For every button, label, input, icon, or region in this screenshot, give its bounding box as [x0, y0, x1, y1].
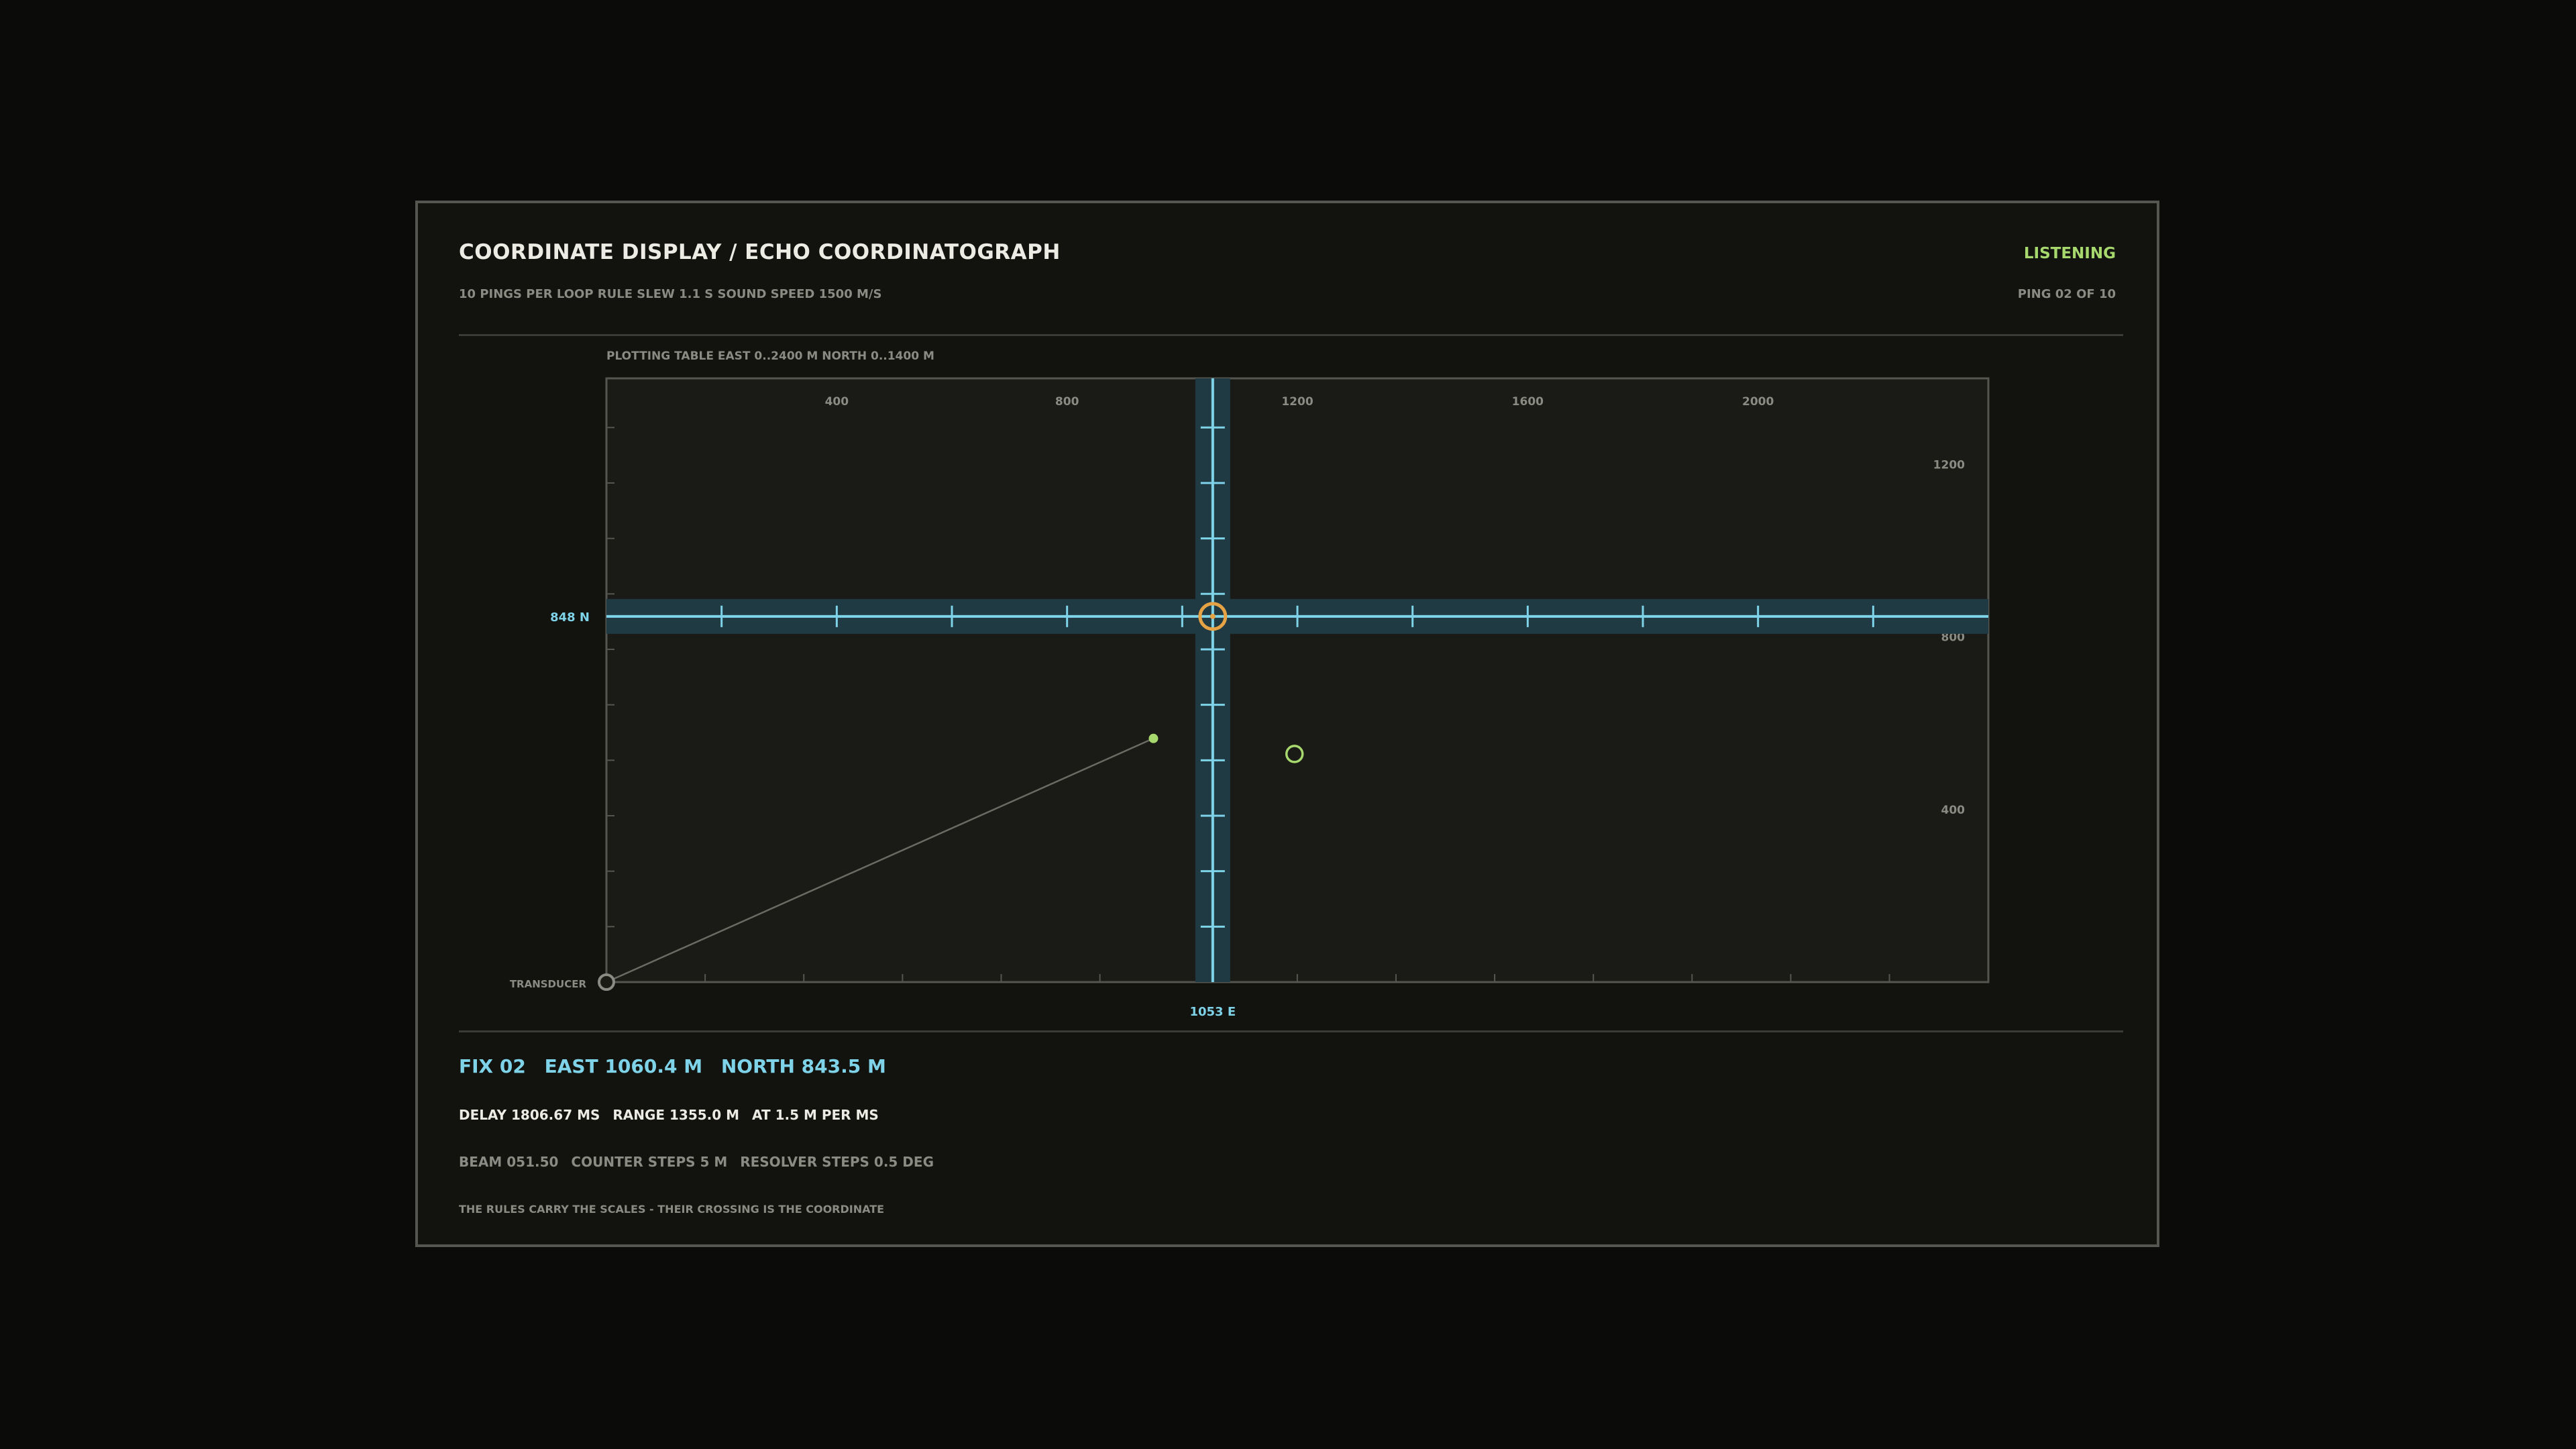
delay-value: DELAY 1806.67 MS: [459, 1107, 600, 1123]
echo-fix-dot: [1148, 733, 1159, 743]
resolver-steps: RESOLVER STEPS 0.5 DEG: [740, 1154, 934, 1170]
delay-readout: DELAY 1806.67 MS RANGE 1355.0 M AT 1.5 M…: [459, 1107, 887, 1123]
fix-north: NORTH 843.5 M: [720, 1055, 886, 1077]
north-tick-label: 1200: [1933, 459, 1965, 472]
fix-east: EAST 1060.4 M: [544, 1055, 703, 1077]
coordinatograph-panel: COORDINATE DISPLAY / ECHO COORDINATOGRAP…: [415, 201, 2159, 1247]
east-tick-label: 800: [1055, 395, 1079, 409]
transducer-icon: [598, 973, 615, 991]
east-tick-label: 1200: [1281, 395, 1313, 409]
footnote: THE RULES CARRY THE SCALES - THEIR CROSS…: [459, 1203, 885, 1216]
readout-divider: [459, 1030, 2123, 1032]
rule-east-label: 1053 E: [1189, 1005, 1236, 1019]
east-tick-label: 2000: [1742, 395, 1774, 409]
range-value: RANGE 1355.0 M: [612, 1107, 740, 1123]
speed-value: AT 1.5 M PER MS: [752, 1107, 879, 1123]
resolver-readout: BEAM 051.50 COUNTER STEPS 5 M RESOLVER S…: [459, 1154, 942, 1170]
plot-frame: [605, 377, 1990, 983]
fix-readout: FIX 02 EAST 1060.4 M NORTH 843.5 M: [459, 1055, 898, 1077]
rule-north-label: 848 N: [550, 610, 590, 625]
east-tick-label: 1600: [1512, 395, 1544, 409]
beam-value: BEAM 051.50: [459, 1154, 559, 1170]
east-tick-label: 400: [825, 395, 849, 409]
crossing-center-dot: [1210, 613, 1216, 619]
plotting-table[interactable]: 400 800 1200 1600 20001200800400TRANSDUCER10…: [418, 203, 2157, 1244]
transducer-label: TRANSDUCER: [510, 978, 587, 990]
north-tick-label: 400: [1941, 804, 1966, 817]
counter-steps: COUNTER STEPS 5 M: [571, 1154, 728, 1170]
fix-number: FIX 02: [459, 1055, 526, 1077]
